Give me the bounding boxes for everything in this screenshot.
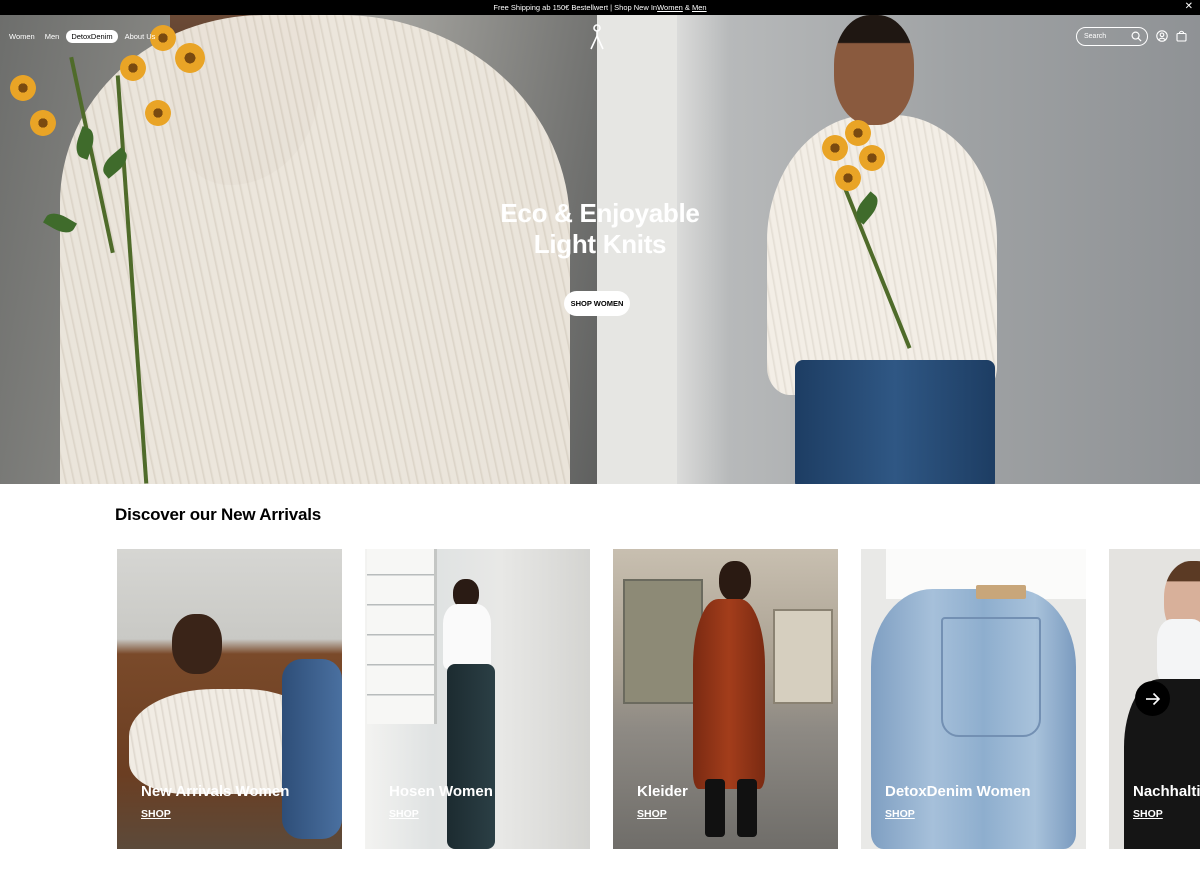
category-card-kleider[interactable]: Kleider SHOP [613,549,838,849]
nav-item-women[interactable]: Women [6,30,38,43]
announcement-link-women[interactable]: Women [657,3,683,12]
bag-icon[interactable] [1176,30,1187,42]
section-title-new-arrivals: Discover our New Arrivals [115,505,322,524]
card-title: Nachhalti [1133,783,1200,800]
search-placeholder: Search [1084,33,1107,40]
card-shop-link[interactable]: SHOP [1133,808,1163,820]
card-shop-link[interactable]: SHOP [637,808,667,820]
announcement-bar: Free Shipping ab 150€ Bestellwert | Shop… [0,0,1200,15]
arrow-right-icon [1145,692,1160,705]
card-title: DetoxDenim Women [885,783,1031,800]
hero-title-line2: Light Knits [533,229,667,259]
search-icon[interactable] [1131,31,1142,42]
user-icon[interactable] [1156,30,1168,42]
main-nav: Women Men DetoxDenim About Us [6,30,162,43]
logo-icon[interactable] [588,24,606,50]
announcement-text: Free Shipping ab 150€ Bestellwert | Shop… [493,3,658,12]
shop-women-button[interactable]: SHOP WOMEN [564,291,630,316]
card-title: Hosen Women [389,783,493,800]
hero-title-line1: Eco & Enjoyable [500,198,700,228]
close-icon[interactable]: ✕ [1185,2,1193,12]
card-shop-link[interactable]: SHOP [389,808,419,820]
card-shop-link[interactable]: SHOP [141,808,171,820]
nav-item-about-us[interactable]: About Us [122,30,159,43]
hero-banner: Eco & Enjoyable Light Knits SHOP WOMEN [0,15,1200,484]
category-card-new-arrivals-women[interactable]: New Arrivals Women SHOP [117,549,342,849]
card-title: New Arrivals Women [141,783,290,800]
hero-title: Eco & Enjoyable Light Knits [0,198,1200,260]
category-card-hosen-women[interactable]: Hosen Women SHOP [365,549,590,849]
card-title: Kleider [637,783,688,800]
nav-item-men[interactable]: Men [42,30,63,43]
announcement-link-men[interactable]: Men [692,3,707,12]
carousel-next-button[interactable] [1135,681,1170,716]
card-shop-link[interactable]: SHOP [885,808,915,820]
nav-item-detoxdenim[interactable]: DetoxDenim [66,30,118,43]
category-card-detoxdenim-women[interactable]: DetoxDenim Women SHOP [861,549,1086,849]
search-input[interactable]: Search [1076,27,1148,46]
announcement-amp: & [682,3,692,12]
